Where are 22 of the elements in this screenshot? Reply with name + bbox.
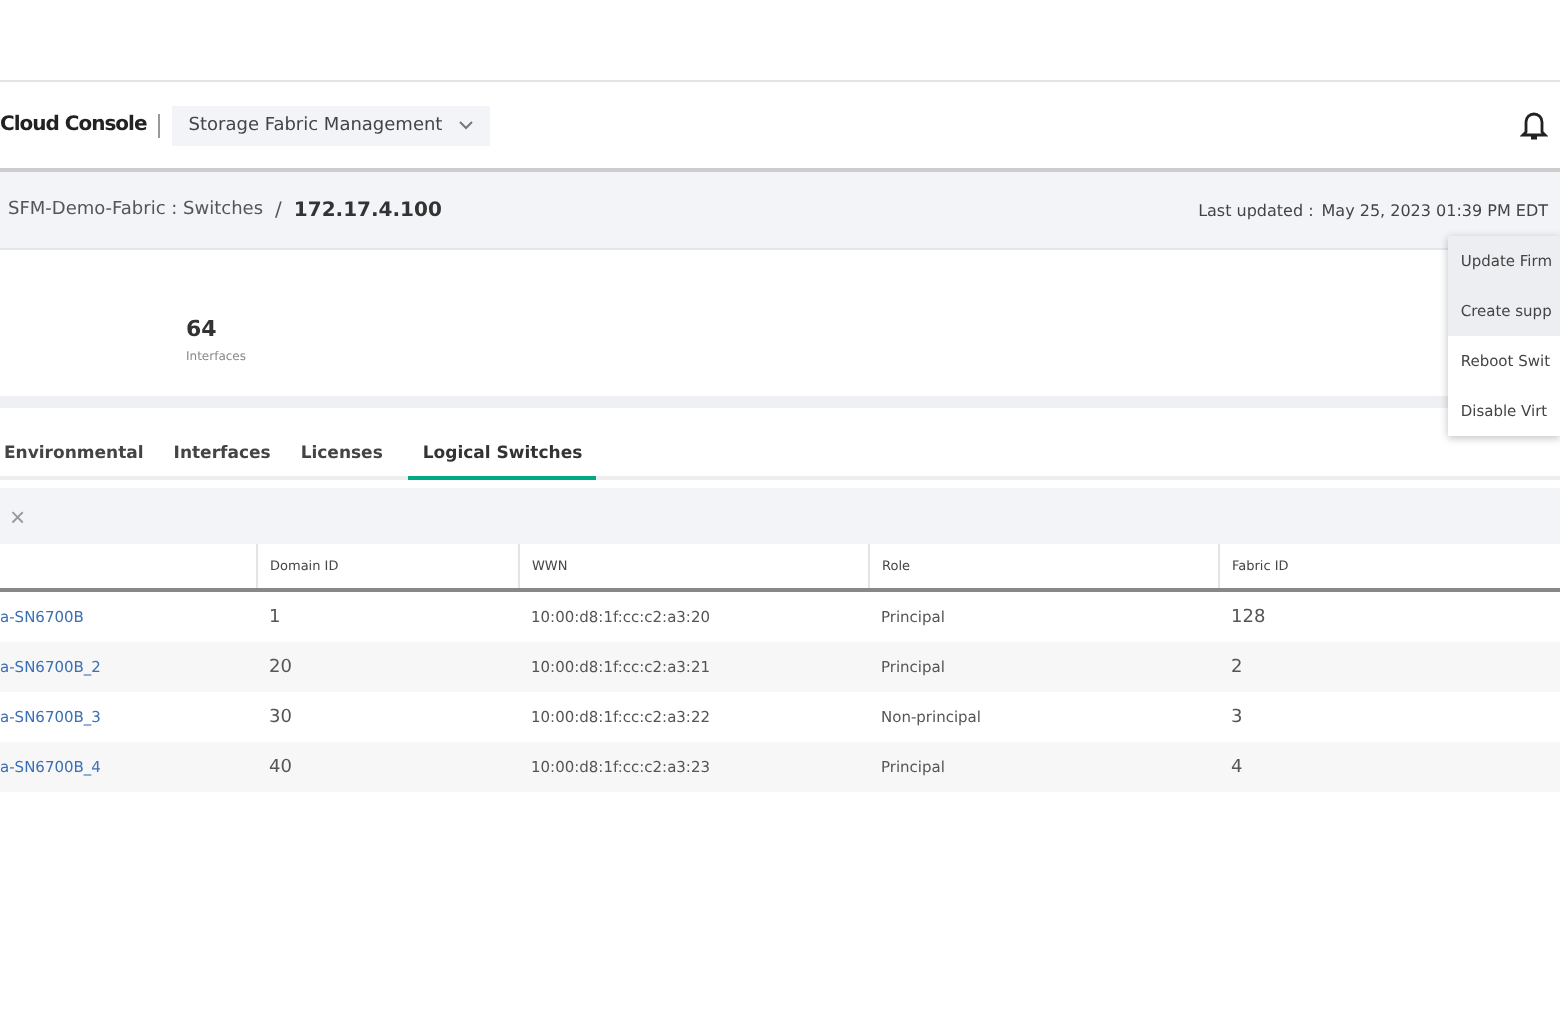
breadcrumb-link[interactable]: SFM-Demo-Fabric : Switches <box>8 200 264 220</box>
table-cell: 2 <box>1231 657 1243 677</box>
breadcrumb-separator: / <box>275 199 282 221</box>
tab[interactable]: Logical Switches <box>408 436 597 480</box>
tab[interactable]: Interfaces <box>169 436 285 480</box>
tab[interactable]: Environmental <box>0 436 158 480</box>
page-title: 172.17.4.100 <box>293 199 442 221</box>
brand-name: Cloud Console <box>0 114 147 136</box>
app-switcher[interactable]: Storage Fabric Management <box>172 105 491 145</box>
table-cell: 3 <box>1231 707 1243 727</box>
caret-icon <box>458 119 475 131</box>
table-cell: 40 <box>269 757 292 777</box>
stat-value: 64 <box>186 315 219 341</box>
bell-icon[interactable] <box>1520 109 1548 141</box>
last-updated-label: Last updated : <box>1198 201 1314 219</box>
table-cell: 128 <box>1231 607 1266 627</box>
tab[interactable]: Licenses <box>296 436 397 480</box>
table-cell: 4 <box>1231 757 1243 777</box>
last-updated-time: May 25, 2023 01:39 PM EDT <box>1321 201 1548 219</box>
table-cell: 30 <box>269 707 292 727</box>
table-cell: 20 <box>269 657 292 677</box>
table-cell: 1 <box>269 607 281 627</box>
